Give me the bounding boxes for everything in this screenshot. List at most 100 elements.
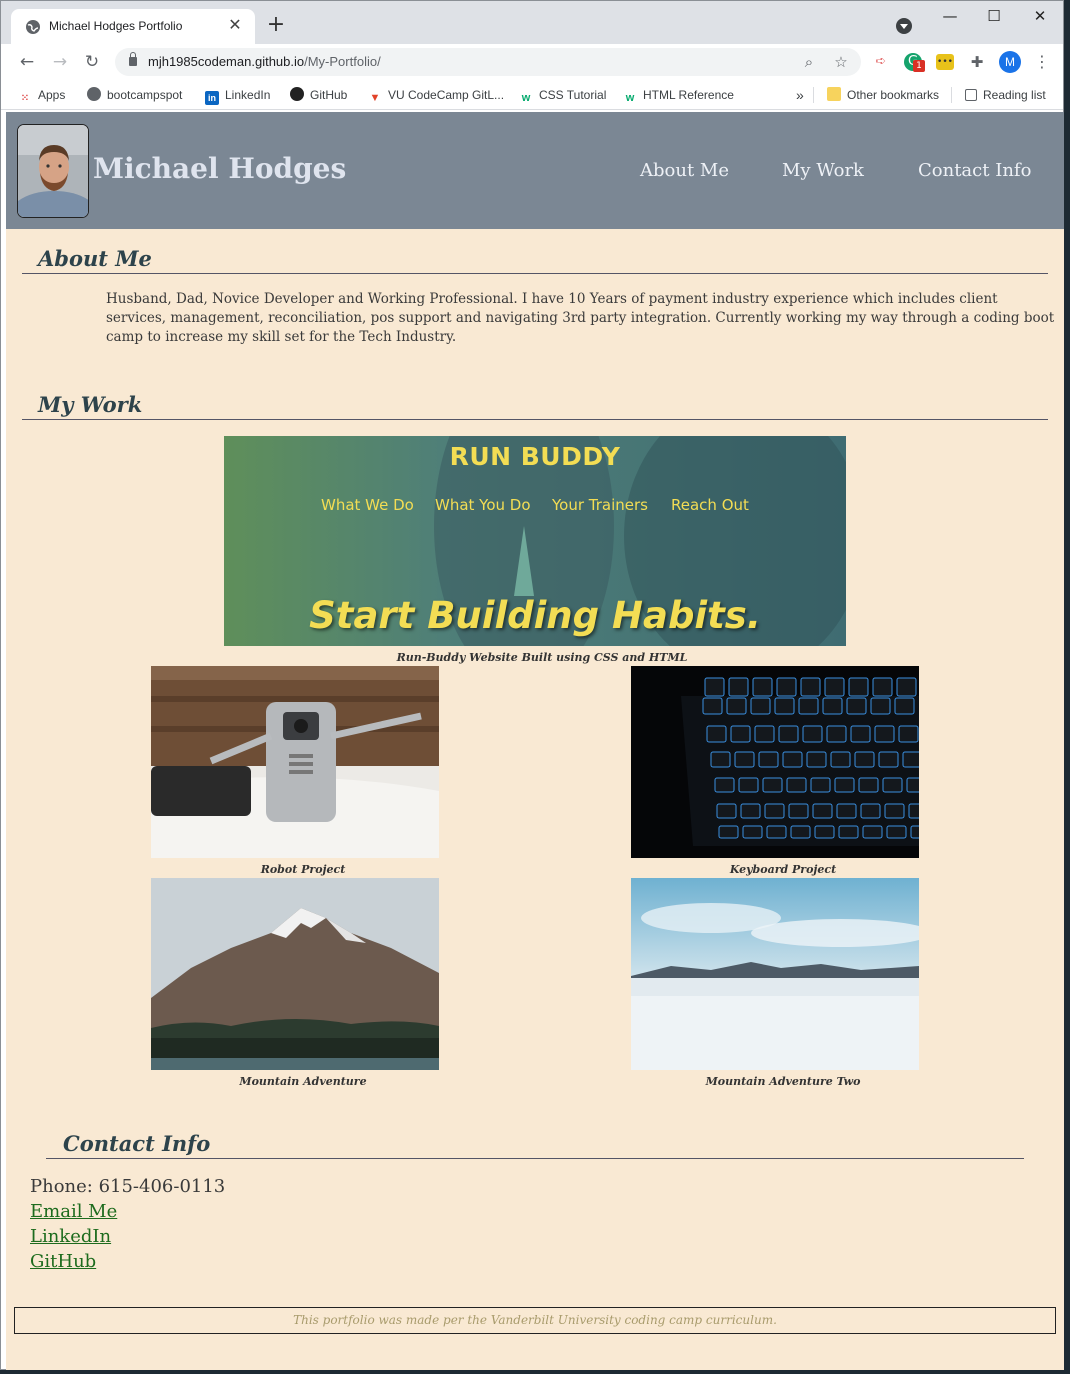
email-link[interactable]: Email Me <box>30 1201 117 1222</box>
keyboard-key <box>810 777 831 793</box>
keyboard-project-image[interactable] <box>631 666 919 858</box>
zoom-icon[interactable]: ⌕ <box>799 52 819 72</box>
nav-link-about-me[interactable]: About Me <box>640 160 729 181</box>
forward-icon[interactable]: → <box>50 52 70 72</box>
bookmark-gitlab[interactable]: ▼ VU CodeCamp GitL... <box>368 86 505 104</box>
keyboard-key <box>776 677 797 697</box>
keyboard-key <box>908 803 919 819</box>
drone-photo <box>151 666 439 858</box>
bookmark-other-bookmarks[interactable]: Other bookmarks <box>827 86 939 104</box>
browser-tab[interactable]: Michael Hodges Portfolio ✕ <box>11 9 255 44</box>
keyboard-key <box>710 751 731 768</box>
folder-icon <box>827 87 841 101</box>
robot-project-caption: Robot Project <box>260 863 346 876</box>
keyboard-key <box>906 777 919 793</box>
keyboard-key <box>826 725 847 743</box>
contact-heading: Contact Info <box>63 1131 211 1156</box>
close-tab-icon[interactable]: ✕ <box>225 15 245 35</box>
keyboard-key <box>750 697 771 715</box>
keyboard-key <box>812 803 833 819</box>
maximize-button[interactable]: ☐ <box>971 1 1017 31</box>
keyboard-key <box>898 725 919 743</box>
keyboard-key <box>836 803 857 819</box>
globe-icon <box>26 20 40 34</box>
keyboard-key <box>786 777 807 793</box>
divider <box>813 87 814 103</box>
keyboard-key <box>754 725 775 743</box>
bookmark-css-tutorial[interactable]: w CSS Tutorial <box>519 86 607 104</box>
section-divider <box>46 1158 1024 1159</box>
extensions-puzzle-icon[interactable]: ✚ <box>967 52 987 72</box>
keyboard-key <box>716 803 737 819</box>
reload-icon[interactable]: ↻ <box>82 52 102 72</box>
star-icon[interactable]: ☆ <box>831 52 851 72</box>
gitlab-icon: ▼ <box>369 92 381 104</box>
reading-list-button[interactable]: Reading list <box>965 86 1046 104</box>
nav-link-my-work[interactable]: My Work <box>782 160 864 181</box>
keyboard-key <box>894 697 915 715</box>
mountain-adventure-image[interactable] <box>151 878 439 1070</box>
run-buddy-caption: Run-Buddy Website Built using CSS and HT… <box>396 651 688 664</box>
address-bar[interactable]: mjh1985codeman.github.io/My-Portfolio/ ⌕… <box>115 48 861 76</box>
keyboard-key <box>706 725 727 743</box>
salt-flats-photo <box>631 878 919 1070</box>
keyboard-key <box>874 725 895 743</box>
keyboard-key <box>798 697 819 715</box>
keyboard-key <box>886 825 907 839</box>
profile-avatar[interactable]: M <box>999 51 1021 73</box>
keyboard-key <box>802 725 823 743</box>
w3schools-icon: w <box>625 92 635 104</box>
github-link[interactable]: GitHub <box>30 1251 96 1272</box>
bookmark-bootcampspot[interactable]: bootcampspot <box>87 86 182 104</box>
run-buddy-screenshot[interactable]: RUN BUDDY What We Do What You Do Your Tr… <box>224 436 846 646</box>
keyboard-key <box>806 751 827 768</box>
keyboard-key <box>862 825 883 839</box>
keyboard-key <box>758 751 779 768</box>
extension-cast-icon[interactable]: ➪ <box>871 52 891 72</box>
mountain-photo <box>151 878 439 1070</box>
keyboard-key <box>730 725 751 743</box>
site-header: Michael Hodges About Me My Work Contact … <box>6 112 1064 229</box>
robot-project-image[interactable] <box>151 666 439 858</box>
keyboard-key <box>850 725 871 743</box>
about-heading: About Me <box>38 246 152 271</box>
mountain-adventure-two-caption: Mountain Adventure Two <box>705 1075 861 1088</box>
about-text: Husband, Dad, Novice Developer and Worki… <box>106 291 1055 345</box>
bookmark-apps[interactable]: ⁙ Apps <box>18 86 66 104</box>
keyboard-key <box>738 777 759 793</box>
browser-toolbar: ← → ↻ mjh1985codeman.github.io/My-Portfo… <box>1 44 1063 80</box>
bookmarks-overflow-button[interactable]: » <box>796 86 804 104</box>
keyboard-key <box>822 697 843 715</box>
keyboard-key <box>742 825 763 839</box>
keyboard-key <box>830 751 851 768</box>
url-text: mjh1985codeman.github.io/My-Portfolio/ <box>148 54 381 69</box>
globe-icon <box>87 87 101 101</box>
keyboard-key <box>860 803 881 819</box>
keyboard-key <box>814 825 835 839</box>
bookmark-github[interactable]: GitHub <box>290 86 347 104</box>
github-icon <box>290 87 304 101</box>
keyboard-project-caption: Keyboard Project <box>729 863 837 876</box>
portfolio-page: Michael Hodges About Me My Work Contact … <box>6 112 1064 1370</box>
keyboard-key <box>858 777 879 793</box>
keyboard-key <box>752 677 773 697</box>
keyboard-key <box>728 677 749 697</box>
keyboard-key <box>774 697 795 715</box>
bookmark-html-reference[interactable]: w HTML Reference <box>623 86 734 104</box>
bookmark-linkedin[interactable]: in LinkedIn <box>205 86 270 105</box>
extension-icon[interactable]: ••• <box>936 54 954 70</box>
minimize-button[interactable]: — <box>927 1 973 31</box>
new-tab-button[interactable]: + <box>264 13 288 37</box>
nav-link-contact-info[interactable]: Contact Info <box>918 160 1031 181</box>
mountain-adventure-two-image[interactable] <box>631 878 919 1070</box>
keyboard-key <box>846 697 867 715</box>
tab-search-icon[interactable] <box>896 18 912 34</box>
keyboard-key <box>740 803 761 819</box>
close-window-button[interactable]: ✕ <box>1017 1 1063 31</box>
menu-icon[interactable]: ⋮ <box>1032 52 1052 72</box>
back-icon[interactable]: ← <box>17 52 37 72</box>
keyboard-photo <box>631 666 919 858</box>
linkedin-link[interactable]: LinkedIn <box>30 1226 111 1247</box>
phone-number: Phone: 615-406-0113 <box>30 1176 226 1197</box>
keyboard-key <box>882 777 903 793</box>
